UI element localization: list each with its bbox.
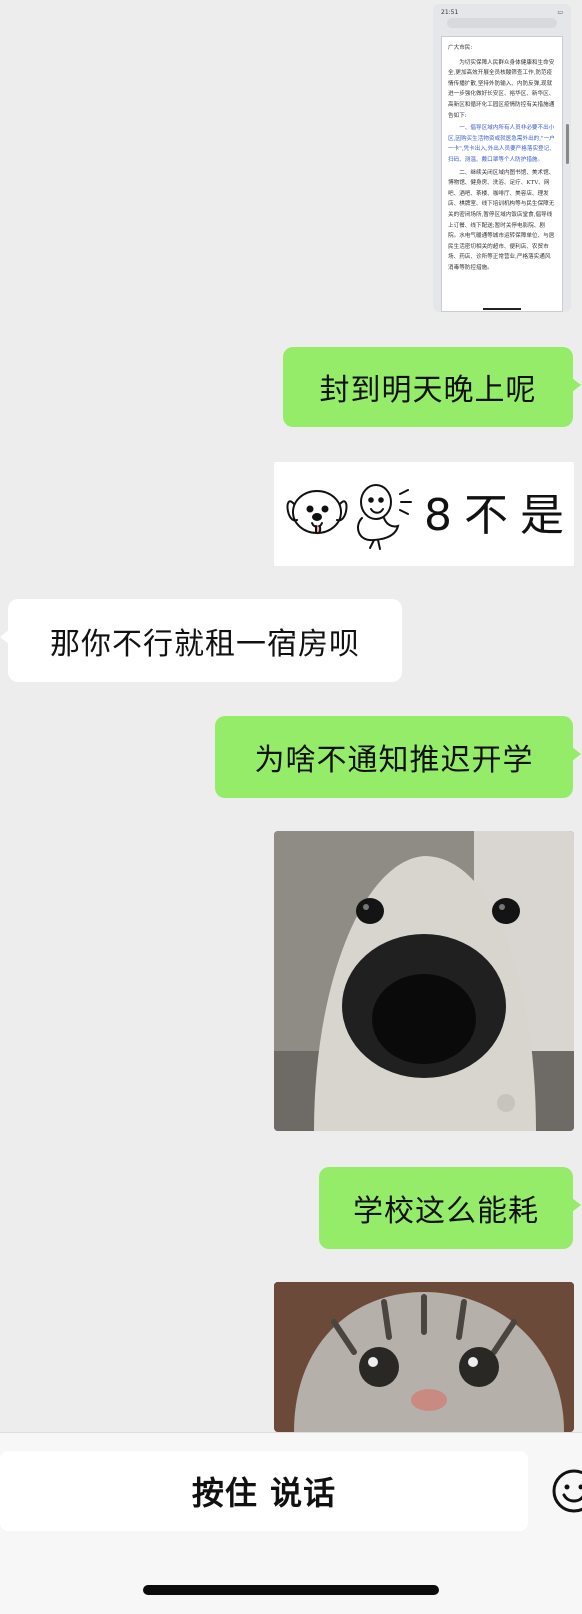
smiley-face-icon[interactable] — [550, 1467, 582, 1515]
sticker-message[interactable]: 8不是 — [274, 462, 574, 566]
message-bubble-received[interactable]: 那你不行就租一宿房呗 — [8, 599, 402, 682]
thumb-battery-icon: ▭ — [557, 9, 563, 16]
thumb-paragraph-1: 为切实保障人民群众身体健康和生命安全,更加高效开展全员核酸筛查工作,防范疫情传播… — [448, 58, 556, 122]
message-bubble-sent[interactable]: 为啥不通知推迟开学 — [215, 716, 573, 798]
thumb-home-indicator — [483, 308, 521, 310]
hold-to-talk-label: 按住 说话 — [192, 1468, 336, 1514]
message-text: 学校这么能耗 — [353, 1186, 539, 1230]
home-indicator — [143, 1585, 439, 1595]
thumb-address-bar — [447, 18, 557, 28]
thumb-paragraph-2: 一、倡导区域内所有人员非必要不出小区,因购买生活物资或就医急需外出的,"一户一卡… — [448, 123, 556, 165]
chat-message-list[interactable]: 21:51 ▭ 广大市民: 为切实保障人民群众身体健康和生命安全,更加高效开展全… — [0, 0, 582, 1432]
message-text: 为啥不通知推迟开学 — [255, 735, 534, 779]
thumb-document: 广大市民: 为切实保障人民群众身体健康和生命安全,更加高效开展全员核酸筛查工作,… — [441, 36, 563, 312]
thumb-time: 21:51 — [441, 9, 458, 16]
thumb-scrollbar — [566, 124, 569, 164]
dog-photo-image — [274, 831, 574, 1131]
sticker-drawing: 8不是 — [274, 462, 574, 566]
message-text: 封到明天晚上呢 — [320, 365, 537, 409]
message-bubble-sent[interactable]: 学校这么能耗 — [319, 1167, 573, 1249]
thumb-salutation: 广大市民: — [448, 43, 556, 54]
sticker-text: 8不是 — [424, 490, 574, 541]
input-bar: 按住 说话 — [0, 1432, 582, 1614]
cat-photo-message[interactable] — [274, 1282, 574, 1432]
screenshot-image-message[interactable]: 21:51 ▭ 广大市民: 为切实保障人民群众身体健康和生命安全,更加高效开展全… — [433, 4, 571, 312]
dog-photo-message[interactable] — [274, 831, 574, 1131]
hold-to-talk-button[interactable]: 按住 说话 — [0, 1451, 528, 1531]
message-text: 那你不行就租一宿房呗 — [50, 619, 360, 663]
message-bubble-sent[interactable]: 封到明天晚上呢 — [283, 347, 573, 427]
thumb-paragraph-3: 二、继续关闭区域内图书馆、美术馆、博物馆、健身房、洗浴、足疗、KTV、网吧、酒吧… — [448, 168, 556, 274]
cat-photo-image — [274, 1282, 574, 1432]
